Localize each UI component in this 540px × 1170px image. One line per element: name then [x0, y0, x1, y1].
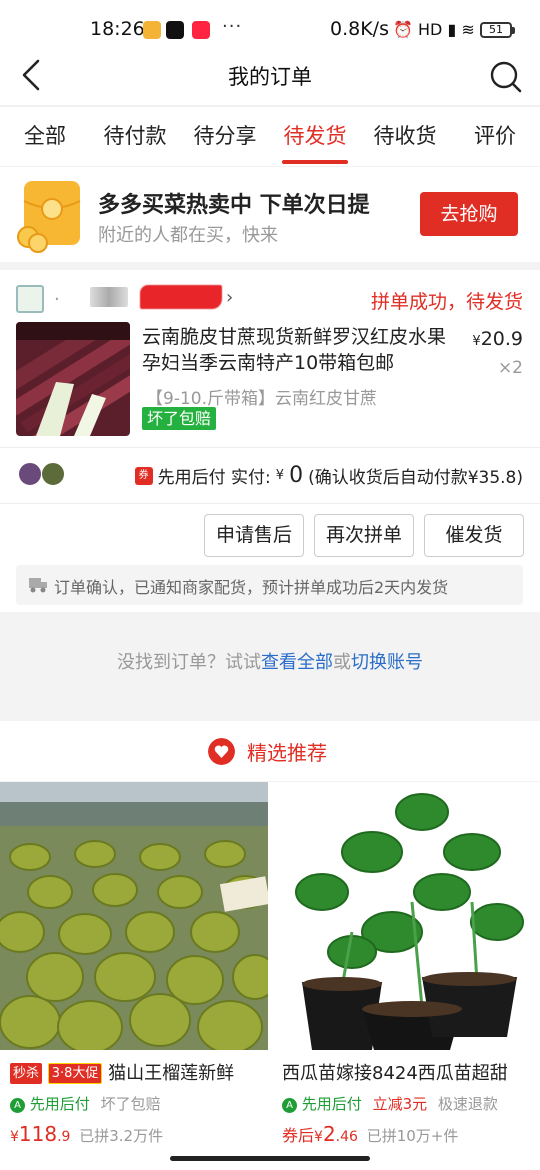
network-speed: 0.8K/s — [330, 18, 389, 40]
tab-pending-receipt[interactable]: 待收货 — [360, 107, 450, 166]
divider — [0, 447, 540, 448]
home-indicator[interactable] — [170, 1156, 370, 1161]
status-time: 18:26 — [90, 18, 145, 40]
grab-button[interactable]: 去抢购 — [420, 192, 518, 236]
switch-account-link[interactable]: 切换账号 — [351, 652, 423, 673]
product-card-title[interactable]: 西瓜苗嫁接8424西瓜苗超甜 — [282, 1059, 538, 1085]
pay-note: (确认收货后自动付款¥35.8) — [308, 468, 523, 488]
product-card-title[interactable]: 秒杀 3·8大促 猫山王榴莲新鲜 — [10, 1059, 266, 1085]
flash-sale-tag: 秒杀 — [10, 1063, 43, 1084]
product-card[interactable]: 秒杀 3·8大促 猫山王榴莲新鲜 A 先用后付 坏了包赔 ¥118.9 已拼3.… — [0, 782, 268, 1170]
product-price: 券后¥2.46 已拼10万+件 — [282, 1122, 458, 1146]
pay-amount: 0 — [289, 463, 304, 488]
product-quantity: ×2 — [497, 358, 523, 378]
notice-text: 订单确认，已通知商家配货，预计拼单成功后2天内发货 — [54, 578, 449, 597]
payment-info: 券 先用后付 实付: ¥ 0 (确认收货后自动付款¥35.8) — [134, 463, 523, 488]
guarantee-label: 坏了包赔 — [100, 1095, 161, 1113]
order-tabs: 全部 待付款 待分享 待发货 待收货 评价 — [0, 106, 540, 166]
product-name: 猫山王榴莲新鲜 — [108, 1063, 235, 1084]
avatar — [41, 462, 65, 486]
refund-label: 极速退款 — [437, 1095, 498, 1113]
search-icon[interactable] — [488, 59, 524, 95]
tab-all[interactable]: 全部 — [0, 107, 90, 166]
page-title: 我的订单 — [228, 65, 312, 89]
product-title[interactable]: 云南脆皮甘蔗现货新鲜罗汉红皮水果孕妇当季云南特产10带箱包邮 — [142, 324, 460, 376]
divider — [0, 503, 540, 504]
tab-review[interactable]: 评价 — [450, 107, 540, 166]
pay-later-icon: A — [282, 1098, 297, 1113]
product-meta: A 先用后付 坏了包赔 — [10, 1093, 161, 1114]
group-again-button[interactable]: 再次拼单 — [314, 514, 414, 557]
shop-name-redacted-mark — [140, 285, 222, 309]
or-text: 或 — [333, 652, 351, 673]
order-status: 拼单成功，待发货 — [370, 291, 523, 313]
red-envelope-coin-icon — [17, 181, 81, 253]
promo-title: 多多买菜热卖中 下单次日提 — [98, 193, 370, 218]
watermelon-seedling-image[interactable] — [272, 782, 540, 1050]
product-spec: 【9-10.斤带箱】云南红皮甘蔗 — [146, 389, 377, 409]
currency: ¥ — [314, 1129, 323, 1145]
not-found-text: 没找到订单？试试 — [117, 652, 261, 673]
tab-pending-payment[interactable]: 待付款 — [90, 107, 180, 166]
order-card: . › 拼单成功，待发货 云南脆皮甘蔗现货新鲜罗汉红皮水果孕妇当季云南特产10带… — [0, 270, 540, 612]
tab-pending-share[interactable]: 待分享 — [180, 107, 270, 166]
product-price: ¥118.9 已拼3.2万件 — [10, 1122, 163, 1146]
header: 我的订单 — [0, 47, 540, 105]
promo-subtitle: 附近的人都在买，快来 — [98, 225, 278, 246]
xiaohongshu-app-icon — [192, 21, 210, 39]
coupon-icon: 券 — [134, 466, 153, 485]
price-prefix: 券后 — [282, 1126, 315, 1145]
sold-count: 已拼3.2万件 — [79, 1127, 164, 1145]
price-decimal: .46 — [335, 1129, 358, 1145]
pay-label: 先用后付 实付: — [157, 468, 271, 488]
shop-chevron-icon[interactable]: › — [226, 287, 233, 308]
guarantee-badge: 坏了包赔 — [142, 407, 217, 430]
pay-later-label: 先用后付 — [29, 1095, 90, 1113]
currency: ¥ — [10, 1129, 19, 1145]
promo-banner[interactable]: 多多买菜热卖中 下单次日提 附近的人都在买，快来 去抢购 — [0, 167, 540, 262]
recommend-grid: 秒杀 3·8大促 猫山王榴莲新鲜 A 先用后付 坏了包赔 ¥118.9 已拼3.… — [0, 782, 540, 1170]
more-notifications-icon: ··· — [222, 16, 243, 37]
product-image[interactable] — [16, 322, 130, 436]
shop-name[interactable]: . — [54, 284, 60, 305]
product-card[interactable]: 西瓜苗嫁接8424西瓜苗超甜 A 先用后付 立减3元 极速退款 券后¥2.46 … — [272, 782, 540, 1170]
notes-app-icon — [143, 21, 161, 39]
pay-later-icon: A — [10, 1098, 25, 1113]
truck-icon — [29, 578, 47, 593]
pay-currency: ¥ — [275, 468, 285, 483]
recommend-title: 精选推荐 — [247, 741, 327, 765]
product-meta: A 先用后付 立减3元 极速退款 — [282, 1093, 498, 1114]
price-decimal: .9 — [57, 1129, 71, 1145]
promo-tag: 3·8大促 — [47, 1063, 103, 1084]
sold-count: 已拼10万+件 — [366, 1127, 459, 1145]
tiktok-app-icon — [166, 21, 184, 39]
view-all-link[interactable]: 查看全部 — [261, 652, 333, 673]
pay-later-label: 先用后付 — [301, 1095, 362, 1113]
durian-image[interactable] — [0, 782, 268, 1050]
discount-label: 立减3元 — [372, 1095, 428, 1113]
avatar — [18, 462, 42, 486]
price-integer: 118 — [18, 1122, 58, 1146]
signal-icons: ⏰ HD ▮ ≋ — [393, 20, 475, 39]
urge-shipment-button[interactable]: 催发货 — [424, 514, 524, 557]
shop-avatar[interactable] — [16, 285, 44, 313]
price-integer: 2 — [322, 1122, 336, 1146]
battery-icon: 51 — [480, 22, 515, 38]
heart-icon — [208, 738, 235, 765]
after-sales-button[interactable]: 申请售后 — [204, 514, 304, 557]
tab-pending-shipment[interactable]: 待发货 — [270, 107, 360, 166]
shipment-notice: 订单确认，已通知商家配货，预计拼单成功后2天内发货 — [16, 565, 523, 605]
recommend-header: 精选推荐 — [0, 721, 540, 781]
shop-name-redacted — [90, 287, 128, 307]
product-price: ¥20.9 — [472, 328, 523, 350]
order-not-found: 没找到订单？试试查看全部或切换账号 — [0, 648, 540, 674]
